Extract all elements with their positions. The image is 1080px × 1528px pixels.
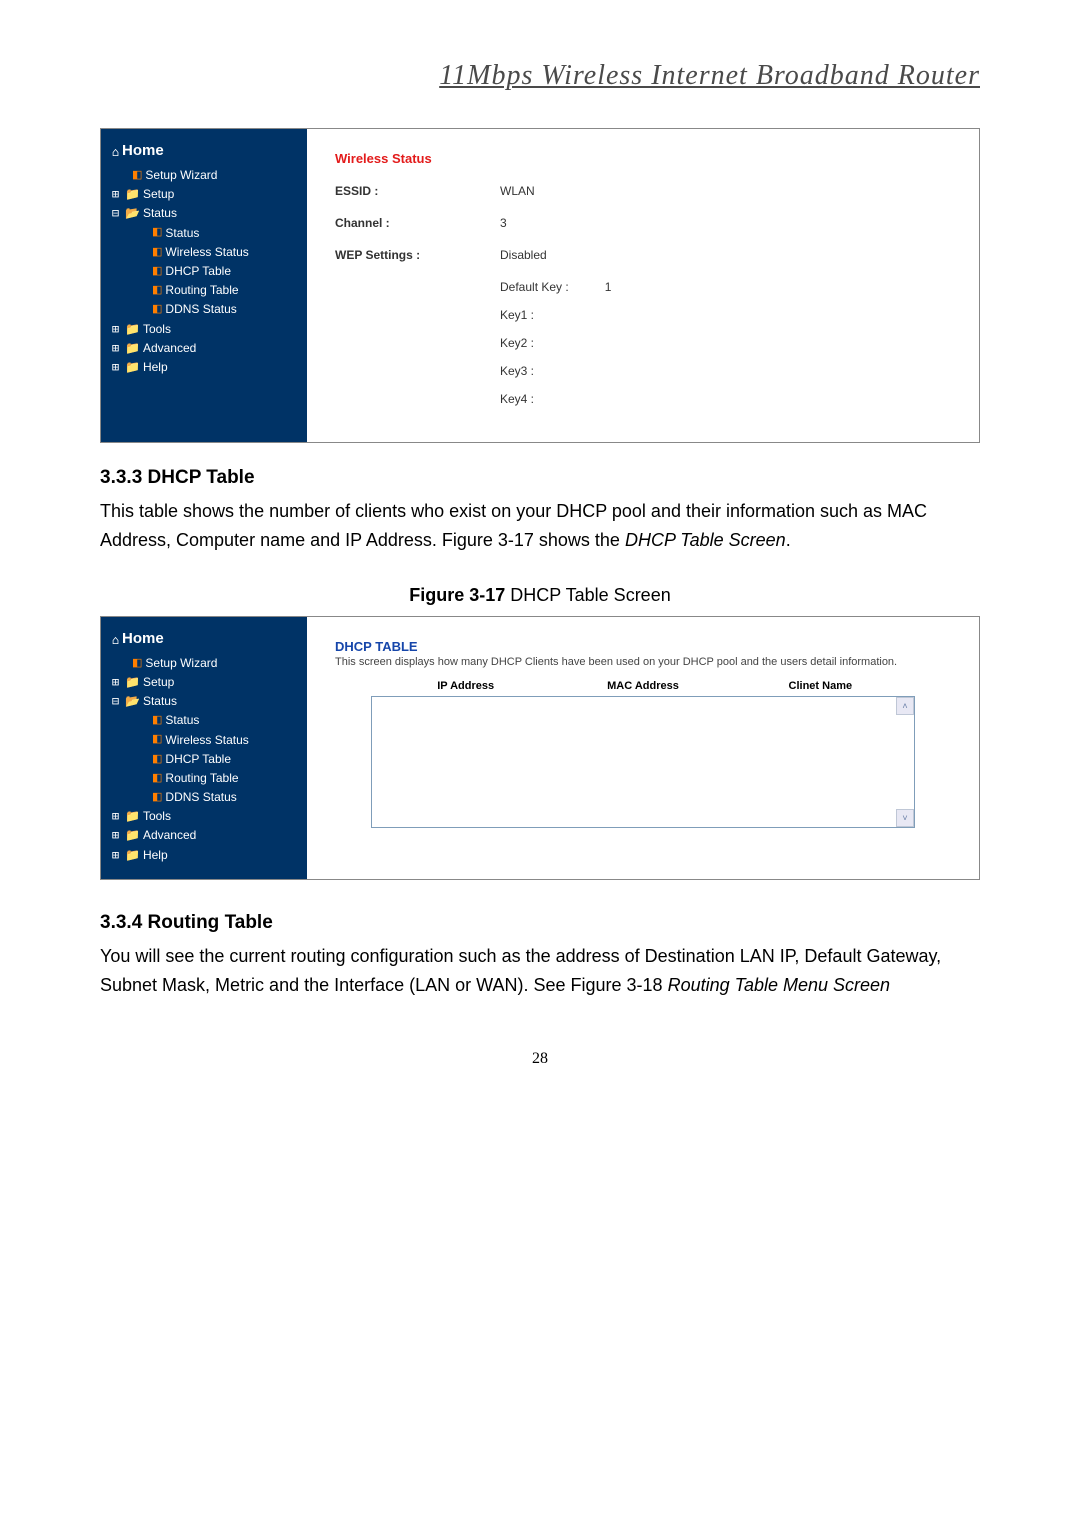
nav-dhcp-table[interactable]: DHCP Table [165, 750, 231, 769]
nav-ddns-status[interactable]: DDNS Status [165, 300, 236, 319]
page-icon: ◧ [132, 167, 142, 185]
folder-open-icon: 📂 [125, 692, 140, 711]
nav-wireless-status[interactable]: Wireless Status [165, 731, 248, 750]
page-icon: ◧ [152, 712, 162, 730]
panel-dhcp-table: DHCP TABLE This screen displays how many… [307, 617, 979, 879]
nav-tools[interactable]: Tools [143, 320, 171, 339]
panel-title: Wireless Status [335, 151, 951, 166]
dhcp-list-box[interactable]: ˄ ˅ [371, 696, 915, 828]
figure-desc: DHCP Table Screen [505, 585, 670, 605]
page-icon: ◧ [152, 301, 162, 319]
nav-routing-table[interactable]: Routing Table [165, 769, 238, 788]
folder-icon: 📁 [125, 358, 140, 377]
para-333: This table shows the number of clients w… [100, 497, 980, 555]
page-icon: ◧ [152, 789, 162, 807]
nav-routing-table[interactable]: Routing Table [165, 281, 238, 300]
key4-label: Key4 : [500, 392, 534, 406]
nav-sidebar: ⌂Home ◧Setup Wizard ⊞📁Setup ⊟📂Status ◧St… [101, 129, 307, 442]
screenshot-dhcp-table: ⌂Home ◧Setup Wizard ⊞📁Setup ⊟📂Status ◧St… [100, 616, 980, 880]
page-icon: ◧ [152, 282, 162, 300]
nav-status-sub[interactable]: Status [165, 224, 199, 243]
scroll-up-icon[interactable]: ˄ [896, 697, 914, 715]
page-icon: ◧ [152, 244, 162, 262]
channel-label: Channel : [335, 216, 500, 230]
dhcp-table-header: IP Address MAC Address Clinet Name [371, 680, 915, 692]
nav-status-sub[interactable]: Status [165, 711, 199, 730]
nav-setup[interactable]: Setup [143, 673, 174, 692]
panel-wireless-status: Wireless Status ESSID : WLAN Channel : 3… [307, 129, 979, 442]
home-icon: ⌂ [109, 143, 122, 162]
key1-label: Key1 : [500, 308, 534, 322]
nav-help[interactable]: Help [143, 358, 168, 377]
col-mac: MAC Address [554, 680, 731, 692]
nav-setup-wizard[interactable]: Setup Wizard [145, 654, 217, 673]
nav-wireless-status[interactable]: Wireless Status [165, 243, 248, 262]
folder-icon: 📁 [125, 185, 140, 204]
nav-ddns-status[interactable]: DDNS Status [165, 788, 236, 807]
folder-icon: 📁 [125, 673, 140, 692]
channel-value: 3 [500, 216, 507, 230]
page-icon: ◧ [152, 770, 162, 788]
wep-label: WEP Settings : [335, 248, 500, 262]
para-333-italic: DHCP Table Screen [625, 530, 786, 550]
expand-icon[interactable]: ⊞ [109, 358, 122, 377]
key2-label: Key2 : [500, 336, 534, 350]
col-ip: IP Address [377, 680, 554, 692]
nav-advanced[interactable]: Advanced [143, 339, 196, 358]
home-icon: ⌂ [109, 631, 122, 650]
essid-value: WLAN [500, 184, 535, 198]
heading-334: 3.3.4 Routing Table [100, 908, 980, 938]
nav-setup-wizard[interactable]: Setup Wizard [145, 166, 217, 185]
expand-icon[interactable]: ⊞ [109, 339, 122, 358]
nav-tools[interactable]: Tools [143, 807, 171, 826]
page-icon: ◧ [152, 224, 162, 242]
heading-333: 3.3.3 DHCP Table [100, 463, 980, 493]
nav-status[interactable]: Status [143, 692, 177, 711]
page-icon: ◧ [152, 731, 162, 749]
nav-home[interactable]: Home [122, 627, 164, 651]
folder-icon: 📁 [125, 846, 140, 865]
page-number: 28 [100, 1050, 980, 1068]
page-icon: ◧ [152, 263, 162, 281]
para-333-end: . [786, 530, 791, 550]
folder-icon: 📁 [125, 826, 140, 845]
nav-setup[interactable]: Setup [143, 185, 174, 204]
figure-caption-317: Figure 3-17 DHCP Table Screen [100, 581, 980, 610]
collapse-icon[interactable]: ⊟ [109, 692, 122, 711]
screenshot-wireless-status: ⌂Home ◧Setup Wizard ⊞📁Setup ⊟📂Status ◧St… [100, 128, 980, 443]
wep-value: Disabled [500, 248, 547, 262]
folder-icon: 📁 [125, 339, 140, 358]
nav-advanced[interactable]: Advanced [143, 826, 196, 845]
folder-icon: 📁 [125, 807, 140, 826]
para-333-text: This table shows the number of clients w… [100, 501, 927, 550]
document-title: 11Mbps Wireless Internet Broadband Route… [100, 60, 980, 92]
panel-subtitle: This screen displays how many DHCP Clien… [335, 656, 951, 668]
expand-icon[interactable]: ⊞ [109, 673, 122, 692]
nav-status[interactable]: Status [143, 204, 177, 223]
expand-icon[interactable]: ⊞ [109, 320, 122, 339]
default-key-label: Default Key : [500, 280, 569, 294]
essid-label: ESSID : [335, 184, 500, 198]
page-icon: ◧ [132, 655, 142, 673]
scroll-down-icon[interactable]: ˅ [896, 809, 914, 827]
expand-icon[interactable]: ⊞ [109, 846, 122, 865]
col-name: Clinet Name [732, 680, 909, 692]
nav-sidebar-2: ⌂Home ◧Setup Wizard ⊞📁Setup ⊟📂Status ◧St… [101, 617, 307, 879]
expand-icon[interactable]: ⊞ [109, 807, 122, 826]
folder-open-icon: 📂 [125, 204, 140, 223]
panel-title: DHCP TABLE [335, 639, 951, 654]
collapse-icon[interactable]: ⊟ [109, 204, 122, 223]
nav-dhcp-table[interactable]: DHCP Table [165, 262, 231, 281]
folder-icon: 📁 [125, 320, 140, 339]
key3-label: Key3 : [500, 364, 534, 378]
para-334: You will see the current routing configu… [100, 942, 980, 1000]
para-334-italic: Routing Table Menu Screen [668, 975, 890, 995]
expand-icon[interactable]: ⊞ [109, 185, 122, 204]
nav-home[interactable]: Home [122, 139, 164, 163]
page-icon: ◧ [152, 751, 162, 769]
nav-help[interactable]: Help [143, 846, 168, 865]
default-key-value: 1 [605, 280, 612, 294]
expand-icon[interactable]: ⊞ [109, 826, 122, 845]
figure-num: Figure 3-17 [409, 585, 505, 605]
